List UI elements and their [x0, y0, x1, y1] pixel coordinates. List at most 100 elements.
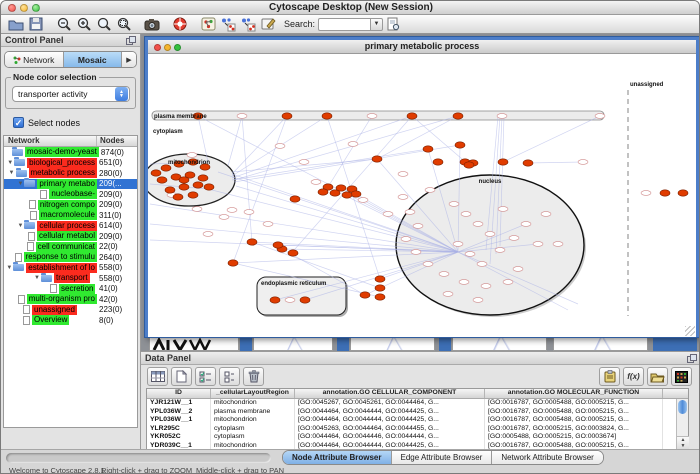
network-node[interactable]	[405, 210, 415, 215]
tree-row-overview[interactable]: Overview8(0)	[4, 315, 137, 326]
background-window[interactable]	[452, 337, 547, 351]
tree-row-unassigned[interactable]: unassigned223(0)	[4, 305, 137, 316]
network-node-selected[interactable]	[188, 192, 198, 198]
network-node[interactable]	[227, 208, 237, 213]
network-node[interactable]	[497, 114, 507, 119]
float-panel-icon[interactable]	[687, 354, 697, 363]
column-header-region[interactable]: _cellularLayoutRegion	[211, 389, 295, 398]
network-node[interactable]	[401, 237, 411, 242]
resize-grip[interactable]	[685, 326, 695, 336]
table-cell[interactable]: mitochondrion	[211, 399, 295, 408]
network-node[interactable]	[398, 195, 408, 200]
column-header-cellular-component[interactable]: annotation.GO CELLULAR_COMPONENT	[295, 389, 485, 398]
import-attributes-button[interactable]	[647, 367, 668, 386]
network-node[interactable]	[465, 252, 475, 257]
network-node[interactable]	[595, 114, 605, 119]
network-node[interactable]	[461, 212, 471, 217]
network-node-selected[interactable]	[165, 187, 175, 193]
network-edge[interactable]	[528, 162, 583, 163]
network-node-selected[interactable]	[288, 250, 298, 256]
network-node-selected[interactable]	[179, 184, 189, 190]
network-node[interactable]	[383, 212, 393, 217]
table-cell[interactable]: YJR121W__1	[147, 399, 211, 408]
expand-arrow-icon[interactable]: ▼	[16, 223, 24, 229]
network-node[interactable]	[187, 153, 197, 158]
tree-column-network[interactable]: Network	[4, 136, 97, 146]
help-button[interactable]	[170, 16, 190, 33]
network-node-selected[interactable]	[290, 196, 300, 202]
table-cell[interactable]: [GO:0005488, GO:0005215, GO:0003674]	[485, 433, 663, 442]
network-node-selected[interactable]	[318, 189, 328, 195]
table-cell[interactable]: YKR052C	[147, 433, 211, 442]
tree-row-cellular-process[interactable]: ▼cellular process614(0)	[4, 221, 137, 232]
annotation-button[interactable]	[258, 16, 278, 33]
expand-arrow-icon[interactable]: ▼	[6, 160, 14, 166]
network-node[interactable]	[541, 212, 551, 217]
network-node[interactable]	[398, 172, 408, 177]
network-canvas[interactable]: plasma membranecytoplasmmitochondrionnuc…	[148, 54, 696, 337]
tab-node-attribute-browser[interactable]: Node Attribute Browser	[283, 451, 392, 464]
table-cell[interactable]: [GO:0016787, GO:0005215, GO:0003824, G..…	[485, 425, 663, 434]
network-edge[interactable]	[503, 116, 600, 162]
network-node-selected[interactable]	[407, 113, 417, 119]
tree-row-primary-metabo[interactable]: ▼primary metabo209(...	[4, 179, 137, 190]
network-node[interactable]	[509, 236, 519, 241]
network-node-selected[interactable]	[193, 182, 203, 188]
select-nodes-checkbox[interactable]: ✓	[13, 117, 24, 128]
network-node-selected[interactable]	[453, 113, 463, 119]
tree-row-nucleobase-[interactable]: nucleobase-209(0)	[4, 189, 137, 200]
network-node-selected[interactable]	[273, 242, 283, 248]
table-cell[interactable]: mitochondrion	[211, 416, 295, 425]
table-cell[interactable]: [GO:0016787, GO:0005488, GO:0005215, G..…	[485, 399, 663, 408]
table-cell[interactable]: cytoplasm	[211, 425, 295, 434]
float-panel-icon[interactable]	[126, 36, 136, 45]
tree-row-response-to-stimulu[interactable]: response to stimulu264(0)	[4, 252, 137, 263]
tab-mosaic[interactable]: Mosaic	[64, 52, 123, 67]
network-node[interactable]	[449, 202, 459, 207]
search-input[interactable]	[318, 18, 370, 31]
network-node-selected[interactable]	[678, 190, 688, 196]
network-node[interactable]	[503, 280, 513, 285]
network-node[interactable]	[473, 298, 483, 303]
attribute-matrix-button[interactable]	[671, 367, 692, 386]
network-node[interactable]	[473, 222, 483, 227]
table-cell[interactable]: cytoplasm	[211, 433, 295, 442]
network-node-selected[interactable]	[282, 113, 292, 119]
network-node-selected[interactable]	[375, 285, 385, 291]
tab-overflow-button[interactable]: ▶	[122, 52, 136, 67]
background-window[interactable]	[653, 337, 697, 351]
network-node[interactable]	[578, 160, 588, 165]
table-row[interactable]: YPL036W__2plasma membrane[GO:0044464, GO…	[147, 408, 688, 417]
network-node-selected[interactable]	[247, 239, 257, 245]
tree-row-metabolic-process[interactable]: ▼metabolic process280(0)	[4, 168, 137, 179]
network-node-selected[interactable]	[179, 177, 189, 183]
network-node-selected[interactable]	[173, 194, 183, 200]
table-row[interactable]: YPL036W__1mitochondrion[GO:0044464, GO:0…	[147, 416, 688, 425]
tree-row-cellular-metabol[interactable]: cellular metabol209(0)	[4, 231, 137, 242]
zoom-in-button[interactable]	[74, 16, 94, 33]
network-node-selected[interactable]	[423, 146, 433, 152]
network-node[interactable]	[513, 267, 523, 272]
network-edge[interactable]	[228, 116, 242, 166]
tab-network[interactable]: Network	[5, 52, 64, 67]
network-node-selected[interactable]	[330, 190, 340, 196]
table-cell[interactable]: plasma membrane	[211, 408, 295, 417]
network-node-selected[interactable]	[270, 297, 280, 303]
create-attribute-button[interactable]	[171, 367, 192, 386]
tree-row-multi-organism-pro[interactable]: multi-organism pro42(0)	[4, 294, 137, 305]
expand-arrow-icon[interactable]: ▼	[8, 170, 16, 176]
network-node-selected[interactable]	[342, 192, 352, 198]
formula-button[interactable]: f(x)	[623, 367, 644, 386]
network-node[interactable]	[485, 232, 495, 237]
background-window[interactable]	[149, 337, 239, 351]
network-node[interactable]	[244, 210, 254, 215]
zoom-selected-button[interactable]	[114, 16, 134, 33]
network-node-selected[interactable]	[375, 294, 385, 300]
table-scrollbar[interactable]: ▲▼	[676, 399, 688, 449]
expand-arrow-icon[interactable]: ▼	[33, 275, 41, 281]
network-node[interactable]	[641, 191, 651, 196]
table-row[interactable]: YLR295Ccytoplasm[GO:0045263, GO:0044464,…	[147, 425, 688, 434]
background-window[interactable]	[439, 337, 451, 351]
network-node-selected[interactable]	[204, 184, 214, 190]
network-node[interactable]	[411, 250, 421, 255]
